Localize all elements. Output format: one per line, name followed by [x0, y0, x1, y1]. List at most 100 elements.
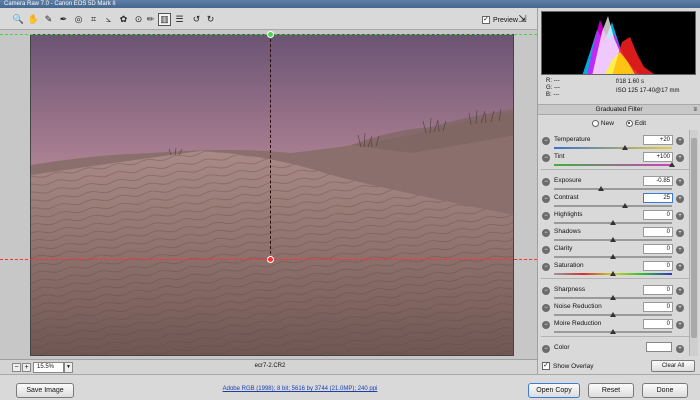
- panel-scrollbar[interactable]: [689, 130, 698, 356]
- open-copy-button[interactable]: Open Copy: [528, 383, 580, 398]
- contrast-track[interactable]: [554, 203, 672, 208]
- clarity-track[interactable]: [554, 254, 672, 259]
- temperature-track[interactable]: [554, 145, 672, 150]
- zoom-in-button[interactable]: +: [22, 363, 31, 372]
- temperature-slider-thumb[interactable]: [621, 145, 628, 150]
- mode-new[interactable]: New: [591, 118, 614, 129]
- sharpness-track[interactable]: [554, 295, 672, 300]
- shadows-minus-icon[interactable]: −: [542, 229, 550, 237]
- preview-toggle[interactable]: ✓ Preview: [482, 14, 518, 26]
- adjustment-brush-icon[interactable]: ✏: [144, 13, 157, 26]
- exposure-plus-icon[interactable]: +: [676, 178, 684, 186]
- show-overlay-checkbox[interactable]: ✓: [542, 362, 550, 370]
- saturation-label: Saturation: [554, 262, 584, 269]
- color-sampler-icon[interactable]: ✒: [57, 13, 70, 26]
- saturation-plus-icon[interactable]: +: [676, 263, 684, 271]
- rotate-ccw-icon[interactable]: ↺: [190, 13, 203, 26]
- show-overlay-toggle[interactable]: ✓ Show Overlay: [542, 362, 593, 370]
- slider-moire-reduction: − Moire Reduction 0 +: [538, 318, 700, 335]
- clear-all-button[interactable]: Clear All: [651, 360, 695, 372]
- zoom-dropdown-icon[interactable]: ▼: [64, 362, 73, 373]
- photo-preview[interactable]: [30, 34, 514, 356]
- contrast-slider-thumb[interactable]: [621, 203, 628, 208]
- exposure-value-field[interactable]: -0.85: [643, 176, 673, 186]
- highlights-value-field[interactable]: 0: [643, 210, 673, 220]
- contrast-plus-icon[interactable]: +: [676, 195, 684, 203]
- clarity-plus-icon[interactable]: +: [676, 246, 684, 254]
- mode-edit[interactable]: Edit: [625, 118, 646, 129]
- exposure-track[interactable]: [554, 186, 672, 191]
- sharpness-slider-thumb[interactable]: [610, 295, 616, 300]
- tint-minus-icon[interactable]: −: [542, 154, 550, 162]
- spot-removal-icon[interactable]: ✿: [117, 13, 130, 26]
- contrast-minus-icon[interactable]: −: [542, 195, 550, 203]
- crop-icon[interactable]: ⌗: [87, 13, 100, 26]
- exposure-slider-thumb[interactable]: [598, 186, 605, 191]
- hand-icon[interactable]: ✋: [27, 13, 40, 26]
- shadows-track[interactable]: [554, 237, 672, 242]
- tint-value-field[interactable]: +100: [643, 152, 673, 162]
- sharpness-plus-icon[interactable]: +: [676, 287, 684, 295]
- done-button[interactable]: Done: [642, 383, 688, 398]
- shadows-plus-icon[interactable]: +: [676, 229, 684, 237]
- filter-center-line[interactable]: [270, 34, 271, 259]
- white-balance-icon[interactable]: ✎: [42, 13, 55, 26]
- highlights-minus-icon[interactable]: −: [542, 212, 550, 220]
- highlights-slider-thumb[interactable]: [610, 220, 616, 225]
- graduated-filter-icon[interactable]: ▥: [158, 13, 171, 26]
- exposure-minus-icon[interactable]: −: [542, 178, 550, 186]
- moire-reduction-track[interactable]: [554, 329, 672, 334]
- zoom-icon[interactable]: 🔍: [12, 13, 25, 26]
- shadows-value-field[interactable]: 0: [643, 227, 673, 237]
- zoom-level-field[interactable]: 15.5%: [33, 362, 64, 373]
- mode-new-radio[interactable]: [591, 119, 599, 127]
- mode-edit-radio[interactable]: [625, 119, 633, 127]
- straighten-icon[interactable]: ⦣: [102, 13, 115, 26]
- sharpness-minus-icon[interactable]: −: [542, 287, 550, 295]
- color-minus-icon[interactable]: −: [542, 345, 550, 353]
- temperature-minus-icon[interactable]: −: [542, 137, 550, 145]
- noise-reduction-plus-icon[interactable]: +: [676, 304, 684, 312]
- saturation-slider-thumb[interactable]: [610, 271, 616, 276]
- tint-plus-icon[interactable]: +: [676, 154, 684, 162]
- contrast-value-field[interactable]: 25: [643, 193, 673, 203]
- temperature-value-field[interactable]: +20: [643, 135, 673, 145]
- image-preview-area[interactable]: [0, 30, 537, 359]
- filter-start-pin[interactable]: [267, 31, 274, 38]
- zoom-out-button[interactable]: −: [12, 363, 21, 372]
- rotate-cw-icon[interactable]: ↻: [204, 13, 217, 26]
- color-plus-icon[interactable]: +: [676, 345, 684, 353]
- panel-menu-icon[interactable]: ≡: [693, 105, 697, 115]
- clarity-minus-icon[interactable]: −: [542, 246, 550, 254]
- filter-end-pin[interactable]: [267, 256, 274, 263]
- noise-reduction-slider-thumb[interactable]: [610, 312, 616, 317]
- color-swatch[interactable]: [646, 342, 672, 352]
- noise-reduction-value-field[interactable]: 0: [643, 302, 673, 312]
- saturation-value-field[interactable]: 0: [643, 261, 673, 271]
- reset-button[interactable]: Reset: [588, 383, 634, 398]
- moire-reduction-minus-icon[interactable]: −: [542, 321, 550, 329]
- clarity-value-field[interactable]: 0: [643, 244, 673, 254]
- moire-reduction-slider-thumb[interactable]: [610, 329, 616, 334]
- open-preferences-icon[interactable]: ⇲: [516, 13, 529, 26]
- panel-scroll-thumb[interactable]: [691, 138, 697, 338]
- saturation-track[interactable]: [554, 271, 672, 276]
- temperature-plus-icon[interactable]: +: [676, 137, 684, 145]
- tint-track[interactable]: [554, 162, 675, 167]
- targeted-adjustment-icon[interactable]: ◎: [72, 13, 85, 26]
- highlights-plus-icon[interactable]: +: [676, 212, 684, 220]
- highlights-track[interactable]: [554, 220, 672, 225]
- preview-checkbox[interactable]: ✓: [482, 16, 490, 24]
- sharpness-value-field[interactable]: 0: [643, 285, 673, 295]
- moire-reduction-plus-icon[interactable]: +: [676, 321, 684, 329]
- save-image-button[interactable]: Save Image: [16, 383, 74, 398]
- tint-slider-thumb[interactable]: [669, 162, 675, 167]
- saturation-minus-icon[interactable]: −: [542, 263, 550, 271]
- noise-reduction-track[interactable]: [554, 312, 672, 317]
- moire-reduction-value-field[interactable]: 0: [643, 319, 673, 329]
- workflow-options-link[interactable]: Adobe RGB (1998); 8 bit; 5616 by 3744 (2…: [180, 386, 420, 392]
- shadows-slider-thumb[interactable]: [610, 237, 616, 242]
- preferences-icon[interactable]: ☰: [173, 13, 186, 26]
- clarity-slider-thumb[interactable]: [610, 254, 616, 259]
- noise-reduction-minus-icon[interactable]: −: [542, 304, 550, 312]
